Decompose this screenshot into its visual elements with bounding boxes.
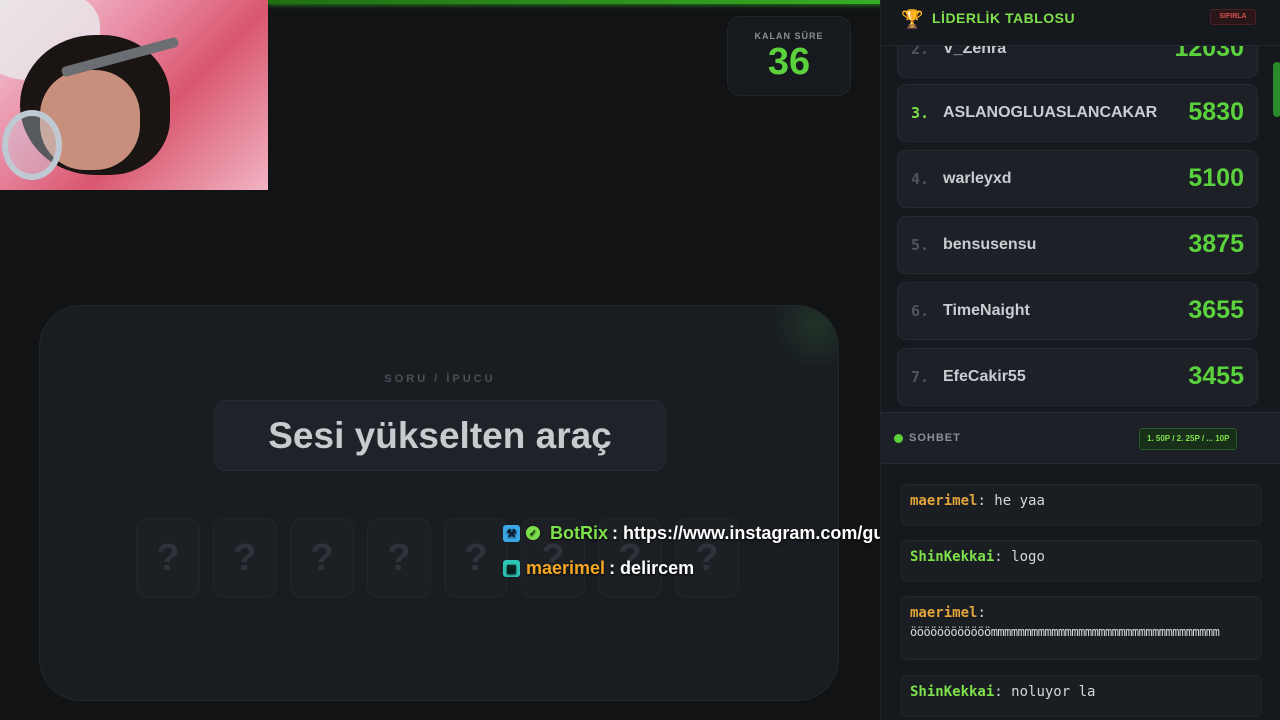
overlay-chat-user: BotRix: [550, 522, 608, 543]
card-corner-glow: [768, 306, 838, 366]
webcam-oxygen-mask: [2, 110, 62, 180]
question-card: SORU / İPUCU Sesi yükselten araç ? ? ? ?…: [39, 305, 839, 701]
channel-badge-icon: ▦: [503, 559, 520, 577]
timer-value: 36: [767, 41, 811, 83]
leaderboard-row: 3. ASLANOGLUASLANCAKAR 5830: [897, 84, 1258, 142]
chat-message: ShinKekkai: logo: [901, 540, 1262, 582]
chat-text: logo: [1011, 549, 1045, 565]
chat-user: maerimel: [910, 605, 978, 621]
leaderboard-score: 3655: [1188, 296, 1244, 324]
overlay-chat-user: maerimel: [526, 557, 606, 578]
verified-icon: ✓: [526, 526, 540, 540]
leaderboard-scrollbar[interactable]: [1273, 62, 1280, 117]
answer-tile: ?: [136, 518, 200, 598]
leaderboard-name: EfeCakir55: [943, 368, 1026, 385]
overlay-chat-line: ⚒ ✓ BotRix : https://www.instagram.com/g…: [503, 520, 941, 546]
stream-chat-overlay: ⚒ ✓ BotRix : https://www.instagram.com/g…: [503, 520, 941, 590]
leaderboard-score: 3875: [1188, 230, 1244, 258]
leaderboard-score: 5830: [1188, 98, 1244, 126]
answer-tile: ?: [213, 518, 277, 598]
clue-label: SORU / İPUCU: [384, 373, 496, 385]
leaderboard-header: 🏆 LİDERLİK TABLOSU SIFIRLA: [881, 0, 1280, 46]
trophy-icon: 🏆: [901, 9, 924, 29]
chat-title: SOHBET: [909, 432, 961, 444]
leaderboard-name: warleyxd: [943, 170, 1012, 187]
leaderboard-list[interactable]: 2. V_Zehra 12030 3. ASLANOGLUASLANCAKAR …: [881, 0, 1280, 412]
leaderboard-rank: 7.: [911, 368, 930, 386]
answer-tile: ?: [367, 518, 431, 598]
chat-text: öööööööööööömmmmmmmmmmmmmmmmmmmmmmmmmmmm…: [910, 625, 1220, 639]
chat-user: ShinKekkai: [910, 684, 995, 700]
leaderboard-score: 5100: [1188, 164, 1244, 192]
leaderboard-row: 6. TimeNaight 3655: [897, 282, 1258, 340]
bot-icon: ⚒: [503, 524, 520, 542]
clue-box: Sesi yükselten araç: [214, 400, 666, 471]
chat-user: maerimel: [910, 493, 978, 509]
timer-label: KALAN SÜRE: [754, 31, 824, 41]
overlay-chat-text: : delircem: [609, 557, 695, 578]
chat-text: noluyor la: [1011, 684, 1096, 700]
chat-text: he yaa: [994, 493, 1045, 509]
leaderboard-name: bensusensu: [943, 236, 1037, 253]
answer-tile: ?: [444, 518, 508, 598]
leaderboard-name: ASLANOGLUASLANCAKAR: [943, 104, 1158, 121]
leaderboard-row: 7. EfeCakir55 3455: [897, 348, 1258, 406]
overlay-chat-line: ▦ maerimel : delircem: [503, 555, 941, 581]
webcam-feed: [0, 0, 268, 190]
leaderboard-rank: 5.: [911, 236, 930, 254]
leaderboard-rank: 6.: [911, 302, 930, 320]
timer-box: KALAN SÜRE 36: [727, 16, 851, 96]
leaderboard-rank: 4.: [911, 170, 930, 188]
answer-tile: ?: [290, 518, 354, 598]
leaderboard-name: TimeNaight: [943, 302, 1030, 319]
leaderboard-rank: 3.: [911, 104, 930, 122]
reset-button[interactable]: SIFIRLA: [1210, 9, 1256, 25]
chat-user: ShinKekkai: [910, 549, 995, 565]
chat-header: SOHBET 1. 50P / 2. 25P / ... 10P: [881, 412, 1280, 464]
points-rule-badge: 1. 50P / 2. 25P / ... 10P: [1139, 428, 1238, 450]
leaderboard-title: LİDERLİK TABLOSU: [932, 10, 1076, 26]
leaderboard-row: 4. warleyxd 5100: [897, 150, 1258, 208]
live-dot-icon: [894, 434, 903, 443]
chat-message: ShinKekkai: noluyor la: [901, 675, 1262, 717]
leaderboard-row: 5. bensusensu 3875: [897, 216, 1258, 274]
chat-message: maerimel: öööööööööööömmmmmmmmmmmmmmmmmm…: [901, 596, 1262, 660]
clue-text: Sesi yükselten araç: [268, 414, 612, 456]
chat-message: maerimel: he yaa: [901, 484, 1262, 526]
right-panel: 2. V_Zehra 12030 3. ASLANOGLUASLANCAKAR …: [880, 0, 1280, 720]
leaderboard-score: 3455: [1188, 362, 1244, 390]
